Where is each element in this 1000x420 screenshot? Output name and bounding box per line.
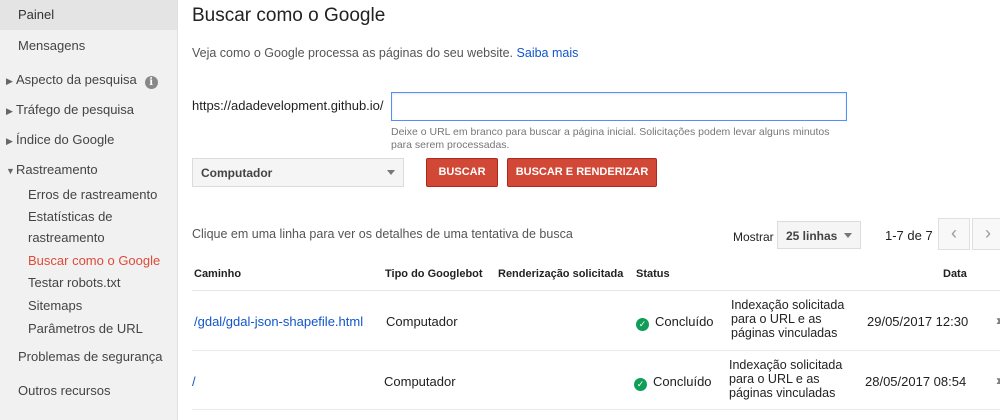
sidebar-item-outros[interactable]: Outros recursos: [18, 383, 195, 398]
table-row[interactable]: /gdal/gdal-json-shapefile.html Computado…: [192, 293, 1000, 351]
sidebar-item-indice[interactable]: ▶ Índice do Google: [6, 132, 183, 147]
col-header-tipo[interactable]: Tipo do Googlebot: [385, 268, 483, 280]
col-header-data[interactable]: Data: [943, 268, 967, 280]
row-googlebot-type: Computador: [384, 374, 456, 389]
row-path[interactable]: /: [192, 374, 196, 389]
dropdown-arrow-icon: [387, 170, 395, 175]
sidebar: Painel Mensagens ▶ Aspecto da pesquisa i ▶…: [0, 0, 178, 420]
sidebar-subitem-estatisticas[interactable]: Estatísticas de rastreamento: [28, 206, 113, 248]
table-row[interactable]: / Computador ✓ Concluído Indexação solici…: [192, 352, 1000, 410]
pager-count: 1-7 de 7: [885, 228, 933, 243]
double-chevron-right-icon[interactable]: ››: [996, 312, 1000, 329]
row-status: ✓ Concluído: [636, 314, 714, 331]
triangle-right-icon: ▶: [6, 136, 13, 146]
sidebar-item-painel[interactable]: Painel: [0, 0, 177, 30]
double-chevron-right-icon[interactable]: ››: [996, 372, 1000, 389]
sidebar-item-label: Outros recursos: [18, 383, 111, 398]
check-circle-icon: ✓: [636, 318, 649, 331]
sidebar-subitem-label: Estatísticas de: [28, 209, 113, 224]
sidebar-item-label: Mensagens: [18, 38, 86, 53]
sidebar-subitem-erros[interactable]: Erros de rastreamento: [28, 184, 157, 205]
sidebar-subitem-buscar[interactable]: Buscar como o Google: [28, 250, 160, 271]
col-header-renderizacao[interactable]: Renderização solicitada: [498, 268, 623, 280]
sidebar-item-seguranca[interactable]: Problemas de segurança: [18, 349, 195, 364]
sidebar-item-label: Aspecto da pesquisa: [16, 72, 137, 87]
info-icon[interactable]: i: [144, 76, 158, 89]
col-header-caminho[interactable]: Caminho: [194, 268, 241, 280]
table-instructions: Clique em uma linha para ver os detalhes…: [192, 227, 573, 241]
url-path-input[interactable]: [391, 92, 847, 121]
sidebar-item-label: Painel: [18, 7, 55, 22]
buscar-button[interactable]: BUSCAR: [426, 158, 498, 187]
sidebar-subitem-parametros[interactable]: Parâmetros de URL: [28, 318, 143, 339]
row-status: ✓ Concluído: [634, 374, 712, 391]
row-status-text: Concluído: [655, 314, 714, 329]
sidebar-subitem-robots[interactable]: Testar robots.txt: [28, 272, 120, 293]
mostrar-label: Mostrar: [733, 230, 774, 244]
sidebar-item-trafego[interactable]: ▶ Tráfego de pesquisa: [6, 102, 183, 117]
sidebar-item-label: Índice do Google: [16, 132, 115, 147]
row-date: 28/05/2017 08:54: [865, 374, 967, 389]
row-date: 29/05/2017 12:30: [867, 314, 969, 329]
subtitle-text: Veja como o Google processa as páginas d…: [192, 46, 514, 60]
row-indexing-status: Indexação solicitada para o URL e as pág…: [731, 298, 845, 340]
sidebar-subitem-sitemaps[interactable]: Sitemaps: [28, 295, 82, 316]
page-subtitle: Veja como o Google processa as páginas d…: [192, 46, 578, 60]
page-title: Buscar como o Google: [192, 5, 386, 26]
sidebar-item-label: Problemas de segurança: [18, 349, 163, 364]
rows-per-page-select[interactable]: 25 linhas: [777, 221, 861, 249]
row-status-text: Concluído: [653, 374, 712, 389]
triangle-right-icon: ▶: [6, 106, 13, 116]
row-indexing-status: Indexação solicitada para o URL e as pág…: [729, 358, 843, 400]
table-header-divider: [192, 290, 1000, 291]
row-path[interactable]: /gdal/gdal-json-shapefile.html: [194, 314, 363, 329]
sidebar-subitem-label: rastreamento: [28, 230, 105, 245]
chevron-left-icon[interactable]: ‹: [938, 218, 970, 250]
dropdown-arrow-icon: [844, 233, 852, 238]
device-select[interactable]: Computador: [192, 158, 404, 187]
row-googlebot-type: Computador: [386, 314, 458, 329]
url-hint: Deixe o URL em branco para buscar a pági…: [391, 126, 830, 151]
saiba-mais-link[interactable]: Saiba mais: [517, 46, 579, 60]
sidebar-item-label: Rastreamento: [16, 162, 98, 177]
buscar-renderizar-button[interactable]: BUSCAR E RENDERIZAR: [507, 158, 657, 187]
sidebar-item-label: Tráfego de pesquisa: [16, 102, 135, 117]
triangle-down-icon: ▼: [6, 166, 15, 176]
chevron-right-icon[interactable]: ›: [972, 218, 1000, 250]
triangle-right-icon: ▶: [6, 76, 13, 86]
device-select-value: Computador: [201, 166, 273, 180]
sidebar-item-rastreamento[interactable]: ▼Rastreamento: [6, 162, 183, 177]
rows-per-page-value: 25 linhas: [786, 229, 838, 243]
col-header-status[interactable]: Status: [636, 268, 670, 280]
check-circle-icon: ✓: [634, 378, 647, 391]
sidebar-item-aspecto[interactable]: ▶ Aspecto da pesquisa i: [6, 72, 183, 89]
url-prefix: https://adadevelopment.github.io/: [192, 98, 384, 113]
sidebar-item-mensagens[interactable]: Mensagens: [18, 38, 195, 53]
